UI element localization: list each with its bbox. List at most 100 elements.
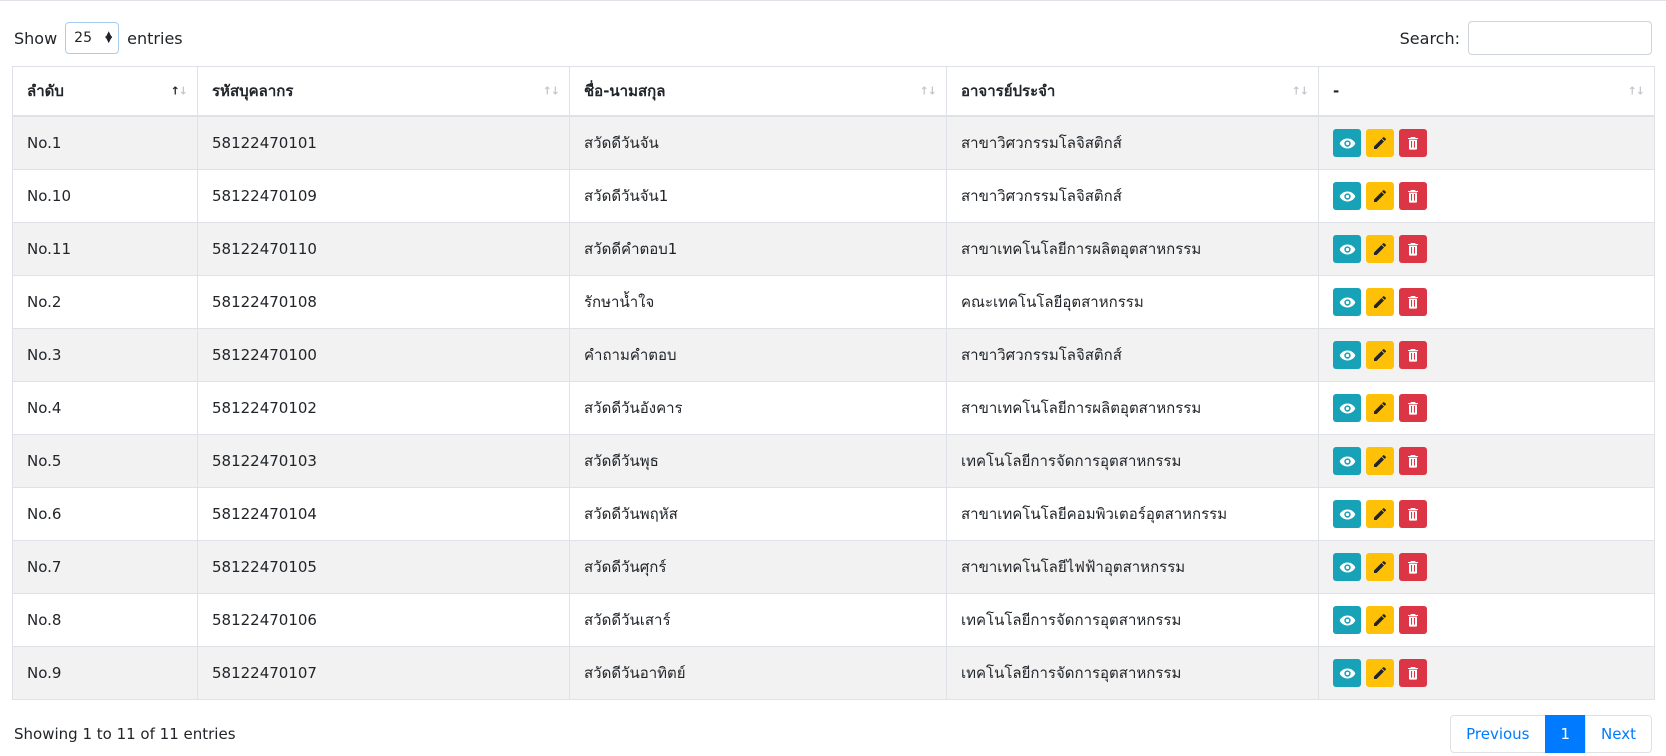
edit-button[interactable] — [1366, 288, 1394, 316]
pagination-page-1[interactable]: 1 — [1544, 715, 1587, 753]
delete-button[interactable] — [1399, 341, 1427, 369]
cell-actions — [1318, 116, 1655, 170]
view-button[interactable] — [1333, 394, 1361, 422]
column-header-teacher[interactable]: อาจารย์ประจำ ↑↓ — [946, 66, 1319, 117]
table-row: No.7 58122470105 สวัดดีวันศุกร์ สาขาเทคโนโล… — [12, 540, 1655, 594]
table-row: No.4 58122470102 สวัดดีวันอังคาร สาขาเทคโนโ… — [12, 381, 1655, 435]
trash-icon — [1405, 294, 1421, 310]
delete-button[interactable] — [1399, 129, 1427, 157]
page-length-select[interactable]: 25 — [65, 22, 120, 54]
delete-button[interactable] — [1399, 394, 1427, 422]
sort-icon-actions: ↑↓ — [1627, 84, 1645, 98]
edit-button[interactable] — [1366, 500, 1394, 528]
edit-button[interactable] — [1366, 394, 1394, 422]
view-button[interactable] — [1333, 606, 1361, 634]
edit-button[interactable] — [1366, 341, 1394, 369]
view-button[interactable] — [1333, 235, 1361, 263]
delete-button[interactable] — [1399, 182, 1427, 210]
trash-icon — [1405, 559, 1421, 575]
trash-icon — [1405, 347, 1421, 363]
cell-name: สวัดดีวันเสาร์ — [569, 593, 947, 647]
cell-actions — [1318, 275, 1655, 329]
cell-code: 58122470100 — [197, 328, 570, 382]
cell-teacher: คณะเทคโนโลยีอุตสาหกรรม — [946, 275, 1319, 329]
cell-order: No.4 — [12, 381, 198, 435]
edit-button[interactable] — [1366, 235, 1394, 263]
edit-button[interactable] — [1366, 659, 1394, 687]
pencil-icon — [1372, 453, 1388, 469]
edit-button[interactable] — [1366, 129, 1394, 157]
trash-icon — [1405, 506, 1421, 522]
trash-icon — [1405, 188, 1421, 204]
row-action-group — [1333, 341, 1640, 369]
cell-order: No.3 — [12, 328, 198, 382]
cell-code: 58122470109 — [197, 169, 570, 223]
entries-label: entries — [127, 28, 183, 48]
eye-icon — [1339, 135, 1356, 152]
view-button[interactable] — [1333, 553, 1361, 581]
sort-icon-teacher: ↑↓ — [1291, 84, 1309, 98]
delete-button[interactable] — [1399, 500, 1427, 528]
cell-code: 58122470106 — [197, 593, 570, 647]
row-action-group — [1333, 288, 1640, 316]
pencil-icon — [1372, 506, 1388, 522]
cell-teacher: สาขาเทคโนโลยีคอมพิวเตอร์อุตสาหกรรม — [946, 487, 1319, 541]
view-button[interactable] — [1333, 288, 1361, 316]
edit-button[interactable] — [1366, 606, 1394, 634]
pencil-icon — [1372, 559, 1388, 575]
row-action-group — [1333, 500, 1640, 528]
cell-teacher: สาขาเทคโนโลยีการผลิตอุตสาหกรรม — [946, 222, 1319, 276]
trash-icon — [1405, 400, 1421, 416]
cell-code: 58122470105 — [197, 540, 570, 594]
view-button[interactable] — [1333, 447, 1361, 475]
delete-button[interactable] — [1399, 447, 1427, 475]
view-button[interactable] — [1333, 500, 1361, 528]
view-button[interactable] — [1333, 129, 1361, 157]
eye-icon — [1339, 241, 1356, 258]
column-header-actions[interactable]: - ↑↓ — [1318, 66, 1655, 117]
pencil-icon — [1372, 294, 1388, 310]
cell-actions — [1318, 169, 1655, 223]
edit-button[interactable] — [1366, 182, 1394, 210]
table-info: Showing 1 to 11 of 11 entries — [14, 725, 236, 743]
cell-actions — [1318, 381, 1655, 435]
edit-button[interactable] — [1366, 447, 1394, 475]
pagination-previous[interactable]: Previous — [1450, 715, 1546, 753]
datatable-page: Show 25 ▲ ▼ entries Search: ลำดับ ↑↓ รหั… — [0, 0, 1666, 756]
column-header-teacher-label: อาจารย์ประจำ — [961, 82, 1056, 100]
cell-actions — [1318, 222, 1655, 276]
delete-button[interactable] — [1399, 288, 1427, 316]
pencil-icon — [1372, 135, 1388, 151]
cell-order: No.1 — [12, 116, 198, 170]
view-button[interactable] — [1333, 182, 1361, 210]
cell-actions — [1318, 646, 1655, 700]
view-button[interactable] — [1333, 659, 1361, 687]
delete-button[interactable] — [1399, 659, 1427, 687]
pencil-icon — [1372, 612, 1388, 628]
cell-code: 58122470101 — [197, 116, 570, 170]
cell-name: สวัดดีวันอาทิตย์ — [569, 646, 947, 700]
delete-button[interactable] — [1399, 235, 1427, 263]
cell-order: No.6 — [12, 487, 198, 541]
cell-code: 58122470103 — [197, 434, 570, 488]
table-row: No.9 58122470107 สวัดดีวันอาทิตย์ เทคโนโลยี… — [12, 646, 1655, 700]
delete-button[interactable] — [1399, 553, 1427, 581]
table-row: No.11 58122470110 สวัดดีคำตอบ1 สาขาเทคโนโลย… — [12, 222, 1655, 276]
search-input[interactable] — [1468, 21, 1652, 55]
edit-button[interactable] — [1366, 553, 1394, 581]
table-controls: Show 25 ▲ ▼ entries Search: — [12, 10, 1654, 66]
cell-name: สวัดดีวันพุธ — [569, 434, 947, 488]
table-row: No.10 58122470109 สวัดดีวันจัน1 สาขาวิศวกรร… — [12, 169, 1655, 223]
eye-icon — [1339, 612, 1356, 629]
cell-teacher: เทคโนโลยีการจัดการอุตสาหกรรม — [946, 593, 1319, 647]
column-header-name[interactable]: ชื่อ-นามสกุล ↑↓ — [569, 66, 947, 117]
delete-button[interactable] — [1399, 606, 1427, 634]
column-header-code[interactable]: รหัสบุคลากร ↑↓ — [197, 66, 570, 117]
sort-icon-name: ↑↓ — [919, 84, 937, 98]
row-action-group — [1333, 659, 1640, 687]
column-header-order[interactable]: ลำดับ ↑↓ — [12, 66, 198, 117]
pagination-next[interactable]: Next — [1585, 715, 1652, 753]
view-button[interactable] — [1333, 341, 1361, 369]
pencil-icon — [1372, 241, 1388, 257]
cell-name: สวัดดีคำตอบ1 — [569, 222, 947, 276]
